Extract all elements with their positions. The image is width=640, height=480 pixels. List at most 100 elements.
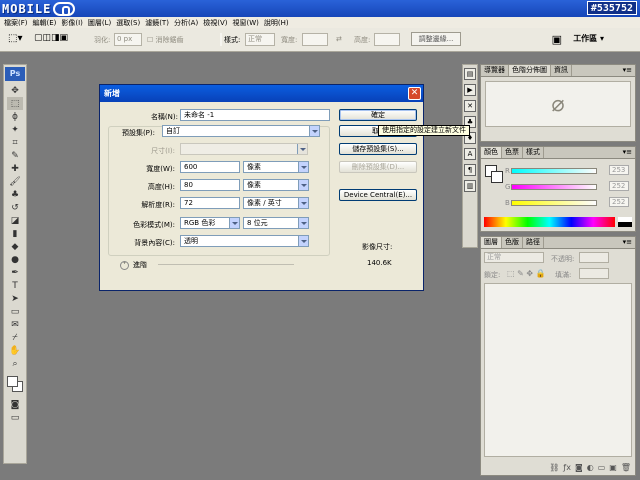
background-select[interactable]: 透明 [180, 235, 309, 247]
panel-menu-icon[interactable]: ▾≡ [623, 238, 632, 246]
link-layers-icon[interactable]: ⛓ [549, 463, 559, 472]
opacity-input[interactable] [579, 252, 609, 263]
quick-mask-icon[interactable]: ◙ [7, 398, 23, 411]
menu-window[interactable]: 視窗(W) [232, 18, 258, 28]
actions-panel-icon[interactable]: ▶ [464, 84, 476, 96]
bit-depth-select[interactable]: 8 位元 [243, 217, 309, 229]
clone-stamp-icon[interactable]: ♣ [7, 188, 23, 201]
color-bg-swatch[interactable] [491, 171, 503, 183]
device-central-button[interactable]: Device Central(E)... [339, 189, 417, 201]
zoom-tool-icon[interactable]: ⌕ [7, 357, 23, 370]
fill-input[interactable] [579, 268, 609, 279]
preset-select[interactable]: 自訂 [162, 125, 320, 137]
menu-edit[interactable]: 編輯(E) [33, 18, 57, 28]
selection-mode-icons[interactable]: ▢◫◨▣ [34, 33, 68, 43]
dodge-tool-icon[interactable]: ● [7, 253, 23, 266]
save-preset-button[interactable]: 儲存預設集(S)... [339, 143, 417, 155]
marquee-tool-icon[interactable]: ⬚▾ [8, 33, 22, 44]
refine-edge-button[interactable]: 調整邊緣... [411, 32, 461, 46]
adjustment-layer-icon[interactable]: ◐ [587, 463, 594, 472]
screen-mode-icon[interactable]: ▭ [7, 411, 23, 424]
color-spectrum-ramp[interactable] [484, 217, 615, 227]
layer-mask-icon[interactable]: ◙ [575, 463, 583, 472]
green-value[interactable]: 252 [609, 181, 629, 191]
history-brush-icon[interactable]: ↺ [7, 201, 23, 214]
menu-analysis[interactable]: 分析(A) [174, 18, 198, 28]
tab-layers[interactable]: 圖層 [481, 237, 502, 248]
width-unit-select[interactable]: 像素 [243, 161, 309, 173]
layer-style-icon[interactable]: ƒx [563, 463, 571, 472]
group-layers-icon[interactable]: ▭ [598, 463, 606, 472]
lock-icons[interactable]: ⬚ ✎ ✥ 🔒 [507, 269, 546, 278]
lasso-tool-icon[interactable]: ϕ [7, 110, 23, 123]
healing-brush-icon[interactable]: ✚ [7, 162, 23, 175]
move-tool-icon[interactable]: ✥ [7, 84, 23, 97]
menu-help[interactable]: 說明(H) [264, 18, 289, 28]
menu-filter[interactable]: 濾鏡(T) [145, 18, 169, 28]
height-input[interactable]: 80 [180, 179, 240, 191]
close-icon[interactable]: ✕ [408, 87, 421, 100]
color-mode-select[interactable]: RGB 色彩 [180, 217, 240, 229]
brush-tool-icon[interactable]: 🖌 [7, 175, 23, 188]
tab-color[interactable]: 顏色 [481, 147, 502, 158]
name-input[interactable]: 未命名 -1 [180, 109, 330, 121]
color-swatches[interactable] [5, 374, 25, 394]
eyedropper-icon[interactable]: ⌿ [7, 331, 23, 344]
blur-tool-icon[interactable]: ◆ [7, 240, 23, 253]
foreground-color-swatch[interactable] [7, 376, 18, 387]
tab-styles[interactable]: 樣式 [523, 147, 544, 158]
history-panel-icon[interactable]: ▤ [464, 68, 476, 80]
crop-tool-icon[interactable]: ⌗ [7, 136, 23, 149]
eraser-tool-icon[interactable]: ◪ [7, 214, 23, 227]
resolution-input[interactable]: 72 [180, 197, 240, 209]
swap-icon[interactable]: ⇄ [336, 35, 342, 43]
panel-menu-icon[interactable]: ▾≡ [623, 148, 632, 156]
tab-swatches[interactable]: 色票 [502, 147, 523, 158]
width-input[interactable]: 600 [180, 161, 240, 173]
marquee-tool-icon[interactable]: ⬚ [7, 97, 23, 110]
pen-tool-icon[interactable]: ✒ [7, 266, 23, 279]
black-white-ramp[interactable] [618, 217, 632, 227]
resolution-unit-select[interactable]: 像素 / 英寸 [243, 197, 309, 209]
paragraph-panel-icon[interactable]: ¶ [464, 164, 476, 176]
style-select[interactable]: 正常 [245, 33, 275, 46]
bridge-icon[interactable]: ▣ [552, 33, 562, 46]
menu-view[interactable]: 檢視(V) [203, 18, 227, 28]
height-input[interactable] [374, 33, 400, 46]
menu-image[interactable]: 影像(I) [61, 18, 83, 28]
ok-button[interactable]: 確定 [339, 109, 417, 121]
tab-histogram[interactable]: 色階分佈圖 [509, 65, 551, 76]
gradient-tool-icon[interactable]: ▮ [7, 227, 23, 240]
character-panel-icon[interactable]: A [464, 148, 476, 160]
red-value[interactable]: 253 [609, 165, 629, 175]
type-tool-icon[interactable]: T [7, 279, 23, 292]
green-slider[interactable] [511, 184, 597, 190]
notes-tool-icon[interactable]: ✉ [7, 318, 23, 331]
menu-file[interactable]: 檔案(F) [4, 18, 28, 28]
new-layer-icon[interactable]: ▣ [609, 463, 617, 472]
blue-slider[interactable] [511, 200, 597, 206]
layer-comps-icon[interactable]: ▥ [464, 180, 476, 192]
path-selection-icon[interactable]: ➤ [7, 292, 23, 305]
panel-menu-icon[interactable]: ▾≡ [623, 66, 632, 74]
shape-tool-icon[interactable]: ▭ [7, 305, 23, 318]
height-unit-select[interactable]: 像素 [243, 179, 309, 191]
blue-value[interactable]: 252 [609, 197, 629, 207]
delete-layer-icon[interactable]: 🗑 [621, 463, 631, 472]
slice-tool-icon[interactable]: ✎ [7, 149, 23, 162]
menu-select[interactable]: 選取(S) [116, 18, 140, 28]
tab-paths[interactable]: 路徑 [523, 237, 544, 248]
tab-info[interactable]: 資訊 [551, 65, 572, 76]
blend-mode-select[interactable]: 正常 [484, 252, 544, 263]
antialias-checkbox[interactable]: ☐ 消除鋸齒 [147, 35, 184, 45]
advanced-toggle[interactable]: ˅ 進階 [120, 260, 147, 270]
tool-presets-icon[interactable]: ✕ [464, 100, 476, 112]
red-slider[interactable] [511, 168, 597, 174]
workspace-button[interactable]: 工作區 ▾ [573, 33, 604, 44]
menu-layer[interactable]: 圖層(L) [88, 18, 111, 28]
tab-channels[interactable]: 色版 [502, 237, 523, 248]
tab-navigator[interactable]: 導覽器 [481, 65, 509, 76]
hand-tool-icon[interactable]: ✋ [7, 344, 23, 357]
feather-input[interactable]: 0 px [114, 33, 142, 46]
magic-wand-icon[interactable]: ✦ [7, 123, 23, 136]
